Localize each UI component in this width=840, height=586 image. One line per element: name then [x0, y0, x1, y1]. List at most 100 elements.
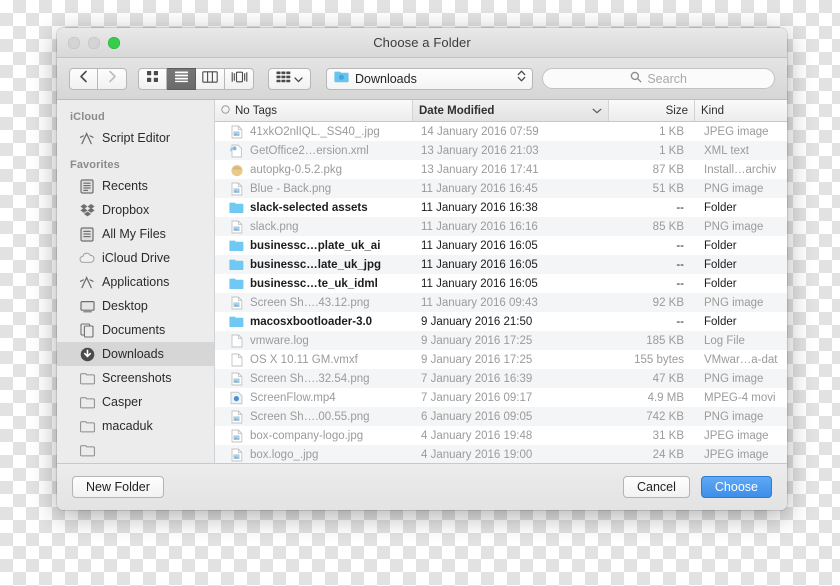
cell-kind: JPEG image — [704, 125, 769, 138]
sidebar-item-script-editor[interactable]: Script Editor — [57, 126, 214, 150]
table-row[interactable]: autopkg-0.5.2.pkg 13 January 2016 17:41 87… — [215, 160, 787, 179]
cell-kind: Folder — [704, 239, 737, 252]
arrange-button[interactable] — [268, 67, 311, 90]
sidebar-item-label: Documents — [102, 323, 166, 337]
table-row[interactable]: businessc…late_uk_jpg 11 January 2016 16:… — [215, 255, 787, 274]
cell-name: box-company-logo.jpg — [215, 429, 413, 443]
cell-name: slack-selected assets — [215, 201, 413, 215]
sidebar-item-recents[interactable]: Recents — [57, 174, 214, 198]
choose-button[interactable]: Choose — [700, 476, 772, 498]
column-headers: No Tags Date Modified Size Kind — [215, 100, 787, 122]
file-name-label: vmware.log — [250, 334, 309, 347]
sidebar-item-macaduk[interactable]: macaduk — [57, 414, 214, 438]
cell-size: 92 KB — [652, 296, 684, 309]
table-row[interactable]: box-company-logo.jpg 4 January 2016 19:48… — [215, 426, 787, 445]
sidebar-section-header-icloud: iCloud — [70, 111, 105, 123]
cell-name: ScreenFlow.mp4 — [215, 391, 413, 405]
new-folder-button[interactable]: New Folder — [72, 476, 164, 498]
sidebar-item-applications[interactable]: Applications — [57, 270, 214, 294]
cell-kind: PNG image — [704, 410, 764, 423]
view-mode-buttons — [138, 67, 254, 90]
sidebar-item-desktop[interactable]: Desktop — [57, 294, 214, 318]
table-row[interactable]: Screen Sh….00.55.png 6 January 2016 09:05… — [215, 407, 787, 426]
cell-size: 31 KB — [652, 429, 684, 442]
cell-kind: JPEG image — [704, 429, 769, 442]
icon-view-button[interactable] — [138, 67, 167, 90]
cell-kind: VMwar…a-dat — [704, 353, 778, 366]
forward-button[interactable] — [98, 67, 127, 90]
cell-date-modified: 11 January 2016 16:05 — [421, 277, 538, 290]
cell-name: GetOffice2…ersion.xml — [215, 144, 413, 158]
cell-name: macosxbootloader-3.0 — [215, 315, 413, 329]
column-header-kind[interactable]: Kind — [695, 100, 787, 121]
column-header-size[interactable]: Size — [609, 100, 695, 121]
table-row[interactable]: businessc…plate_uk_ai 11 January 2016 16:… — [215, 236, 787, 255]
path-popup-button[interactable]: Downloads — [326, 67, 534, 90]
file-name-label: box-company-logo.jpg — [250, 429, 364, 442]
file-rows[interactable]: 41xkO2nlIQL._SS40_.jpg 14 January 2016 07… — [215, 122, 787, 463]
sidebar-item-screenshots[interactable]: Screenshots — [57, 366, 214, 390]
table-row[interactable]: slack-selected assets 11 January 2016 16:… — [215, 198, 787, 217]
sidebar-item-all-my-files[interactable]: All My Files — [57, 222, 214, 246]
minimize-button[interactable] — [88, 36, 100, 49]
table-row[interactable]: Blue - Back.png 11 January 2016 16:45 51 K… — [215, 179, 787, 198]
cell-size: 4.9 MB — [647, 391, 684, 404]
table-row[interactable]: slack.png 11 January 2016 16:16 85 KB PNG i… — [215, 217, 787, 236]
sidebar-item-label: Casper — [102, 395, 143, 409]
search-field[interactable]: Search — [542, 68, 775, 89]
png-file-icon — [229, 182, 244, 196]
cell-date-modified: 9 January 2016 21:50 — [421, 315, 533, 328]
sidebar-item-clipped[interactable] — [57, 438, 214, 462]
table-row[interactable]: macosxbootloader-3.0 9 January 2016 21:50… — [215, 312, 787, 331]
dropbox-icon — [79, 202, 95, 218]
sidebar-item-casper[interactable]: Casper — [57, 390, 214, 414]
back-button[interactable] — [69, 67, 98, 90]
sidebar-item-downloads[interactable]: Downloads — [57, 342, 214, 366]
column-header-date-modified[interactable]: Date Modified — [413, 100, 609, 121]
arrange-grid-icon — [276, 70, 291, 88]
coverflow-view-button[interactable] — [225, 67, 254, 90]
column-view-button[interactable] — [196, 67, 225, 90]
sidebar-item-label: Desktop — [102, 299, 148, 313]
cancel-button[interactable]: Cancel — [622, 476, 690, 498]
cell-date-modified: 11 January 2016 16:05 — [421, 239, 538, 252]
plain-file-icon — [229, 353, 244, 367]
sidebar-item-label: Dropbox — [102, 203, 150, 217]
jpeg-file-icon — [229, 448, 244, 462]
sidebar-item-label: Applications — [102, 275, 170, 289]
cell-name: autopkg-0.5.2.pkg — [215, 163, 413, 177]
zoom-button[interactable] — [108, 36, 120, 49]
cell-name: vmware.log — [215, 334, 413, 348]
cell-size: 1 KB — [659, 125, 684, 138]
file-name-label: Blue - Back.png — [250, 182, 332, 195]
file-name-label: macosxbootloader-3.0 — [250, 315, 373, 328]
table-row[interactable]: ScreenFlow.mp4 7 January 2016 09:17 4.9 MB… — [215, 388, 787, 407]
sidebar-item-dropbox[interactable]: Dropbox — [57, 198, 214, 222]
sidebar-item-icloud-drive[interactable]: iCloud Drive — [57, 246, 214, 270]
table-row[interactable]: GetOffice2…ersion.xml 13 January 2016 21:… — [215, 141, 787, 160]
table-row[interactable]: businessc…te_uk_idml 11 January 2016 16:0… — [215, 274, 787, 293]
table-row[interactable]: 41xkO2nlIQL._SS40_.jpg 14 January 2016 07… — [215, 122, 787, 141]
close-button[interactable] — [68, 36, 80, 49]
all-my-files-icon — [79, 226, 95, 242]
sidebar-section-header-favorites: Favorites — [70, 159, 120, 171]
png-file-icon — [229, 410, 244, 424]
column-header-label: Date Modified — [419, 104, 495, 117]
sidebar[interactable]: iCloud Script Editor Favorites Recents D… — [57, 100, 215, 463]
sidebar-item-documents[interactable]: Documents — [57, 318, 214, 342]
table-row[interactable]: Screen Sh….32.54.png 7 January 2016 16:39… — [215, 369, 787, 388]
file-name-label: Screen Sh….32.54.png — [250, 372, 370, 385]
table-row[interactable]: vmware.log 9 January 2016 17:25 185 KB Log … — [215, 331, 787, 350]
table-row[interactable]: Screen Sh….43.12.png 11 January 2016 09:4… — [215, 293, 787, 312]
table-row[interactable]: OS X 10.11 GM.vmxf 9 January 2016 17:25 15… — [215, 350, 787, 369]
table-row[interactable]: box.logo_.jpg 4 January 2016 19:00 24 KB JP… — [215, 445, 787, 463]
plain-file-icon — [229, 334, 244, 348]
list-view-button[interactable] — [167, 67, 196, 90]
cell-kind: Log File — [704, 334, 745, 347]
cell-kind: PNG image — [704, 182, 764, 195]
footer-bar: New Folder Cancel Choose — [57, 463, 787, 510]
cell-size: 185 KB — [646, 334, 684, 347]
cell-date-modified: 13 January 2016 17:41 — [421, 163, 539, 176]
cell-size: 87 KB — [652, 163, 684, 176]
column-header-name[interactable]: No Tags — [215, 100, 413, 121]
